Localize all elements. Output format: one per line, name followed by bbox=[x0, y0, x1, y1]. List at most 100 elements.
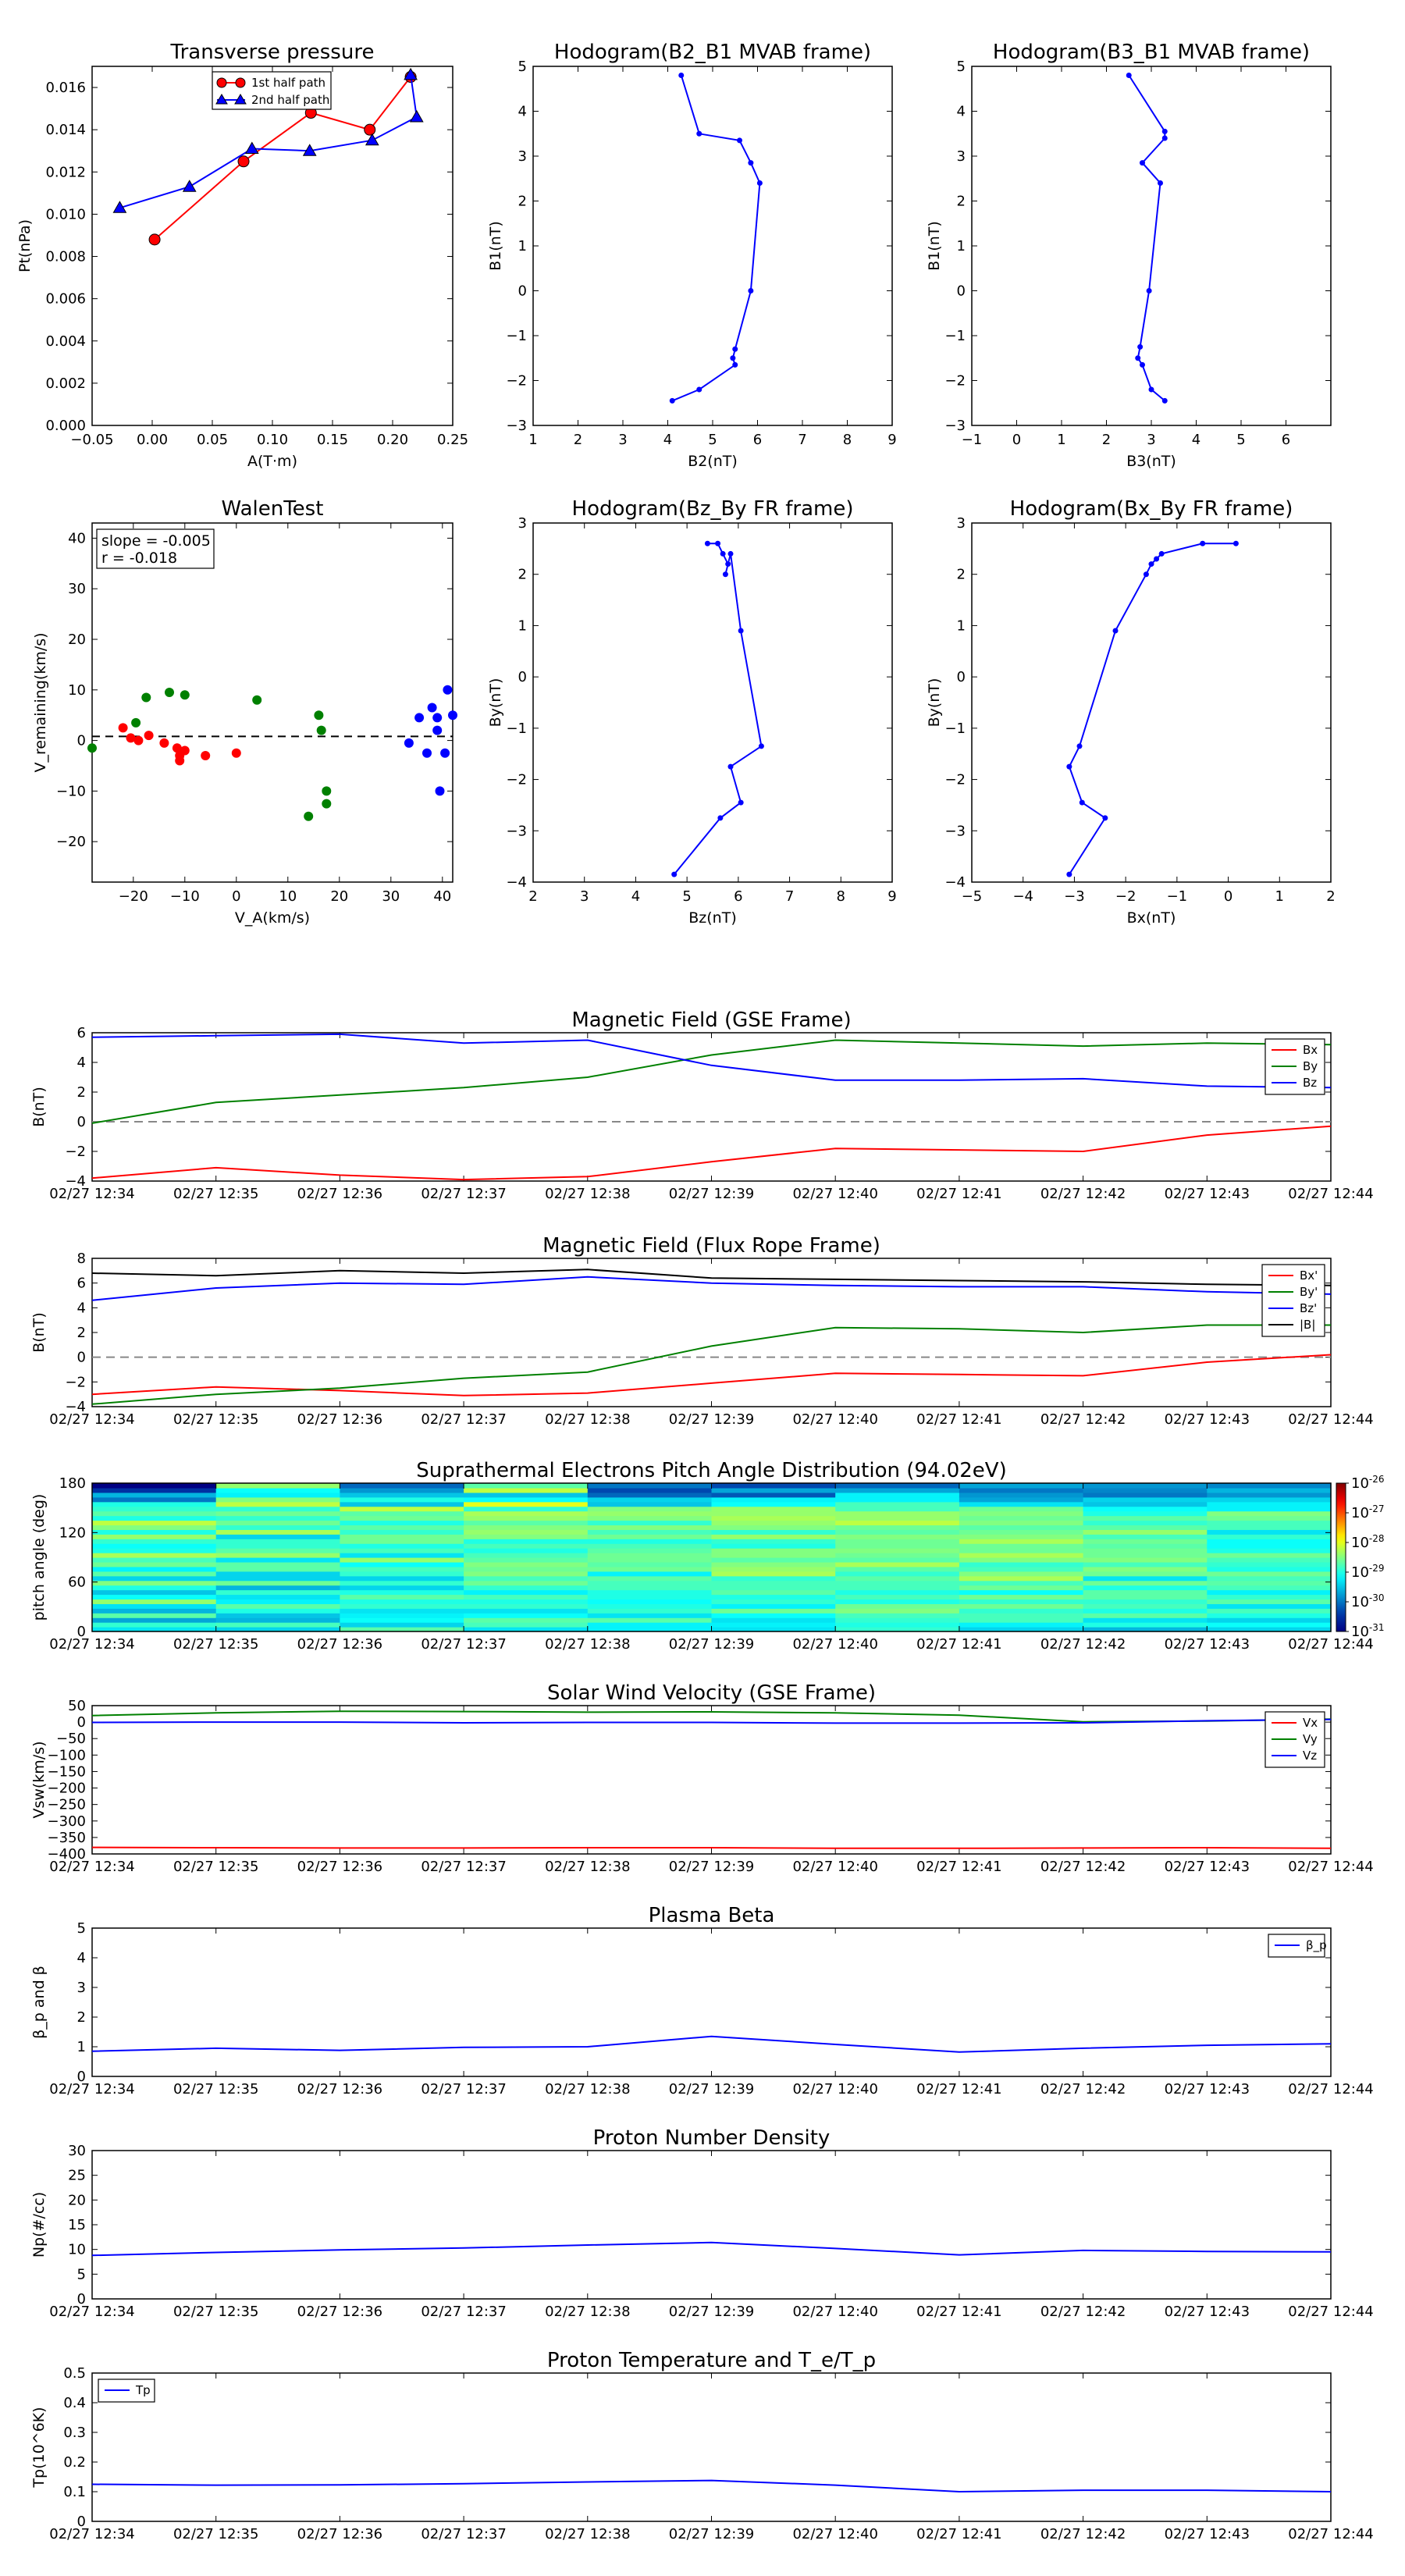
hodo1-ytick-label: 3 bbox=[518, 148, 527, 165]
hodo2-point bbox=[1161, 397, 1168, 404]
pad-cell bbox=[340, 1575, 464, 1582]
hodo4-ytick-label: 1 bbox=[957, 617, 966, 634]
beta-xtick-label: 02/27 12:37 bbox=[421, 2081, 506, 2097]
pad-cell bbox=[959, 1571, 1084, 1577]
pad-cell bbox=[92, 1599, 217, 1604]
hodo4-xtick-label: −2 bbox=[1115, 888, 1136, 905]
pad-cell bbox=[464, 1543, 589, 1549]
pad-cell bbox=[215, 1585, 340, 1591]
walen-point bbox=[440, 748, 450, 758]
pad-cell bbox=[340, 1510, 464, 1517]
hodo1-xtick-label: 4 bbox=[663, 432, 672, 448]
beta-ylabel: β_p and β bbox=[30, 1966, 48, 2039]
pad-cell bbox=[959, 1553, 1084, 1558]
beta-xtick-label: 02/27 12:34 bbox=[49, 2081, 134, 2097]
bfr-ytick-label: 4 bbox=[77, 1300, 86, 1316]
bfr-xtick-label: 02/27 12:35 bbox=[173, 1411, 258, 1428]
pad-cell bbox=[1207, 1622, 1332, 1628]
pad-cell bbox=[587, 1510, 713, 1517]
pad-cell bbox=[835, 1617, 960, 1623]
walen-point bbox=[201, 751, 211, 761]
tp-series-line bbox=[91, 2479, 1332, 2493]
hodo1-point bbox=[696, 386, 702, 393]
pad-cell bbox=[464, 1525, 589, 1530]
hodo1-ytick-label: 0 bbox=[518, 283, 527, 300]
bfr-xtick-label: 02/27 12:37 bbox=[421, 1411, 506, 1428]
hodo2-xtick-label: 0 bbox=[1012, 432, 1021, 448]
hodo3-xtick-label: 7 bbox=[785, 888, 794, 905]
pad-cell bbox=[340, 1561, 464, 1567]
pad-cell bbox=[464, 1510, 589, 1517]
pad-cell bbox=[587, 1575, 713, 1582]
pad-cell bbox=[464, 1566, 589, 1572]
hodo3-xtick-label: 9 bbox=[887, 888, 896, 905]
pad-colorbar-label: 10-31 bbox=[1351, 1622, 1385, 1640]
bgse-ytick-label: 2 bbox=[77, 1084, 86, 1101]
pad-cell bbox=[215, 1487, 340, 1493]
hodo1-point bbox=[732, 361, 738, 368]
pad-cell bbox=[464, 1496, 589, 1503]
pt-ylabel: Pt(nPa) bbox=[16, 219, 34, 272]
np-xtick-label: 02/27 12:43 bbox=[1165, 2304, 1250, 2320]
pad-cell bbox=[587, 1557, 713, 1563]
pad-xtick-label: 02/27 12:41 bbox=[916, 1636, 1001, 1653]
hodo1-ytick-label: −3 bbox=[506, 418, 527, 434]
pad-cell bbox=[1083, 1543, 1208, 1549]
pad-cell bbox=[1207, 1589, 1332, 1596]
hodo1-xtick-label: 1 bbox=[528, 432, 537, 448]
pad-cell bbox=[340, 1525, 464, 1530]
beta-ytick-label: 1 bbox=[77, 2039, 86, 2055]
pad-cell bbox=[1207, 1571, 1332, 1577]
hodo3-xtick-label: 8 bbox=[837, 888, 845, 905]
pad-cell bbox=[1207, 1492, 1332, 1498]
bgse-xtick-label: 02/27 12:34 bbox=[49, 1186, 134, 1202]
hodo2-point bbox=[1146, 288, 1152, 294]
pad-cell bbox=[1207, 1496, 1332, 1503]
pad-cell bbox=[1083, 1515, 1208, 1521]
bgse-xtick-label: 02/27 12:43 bbox=[1165, 1186, 1250, 1202]
pad-cell bbox=[711, 1589, 836, 1596]
beta-ytick-label: 4 bbox=[77, 1950, 86, 1966]
vsw-ytick-label: −200 bbox=[48, 1781, 86, 1797]
pad-cell bbox=[340, 1487, 464, 1493]
pad-cell bbox=[92, 1557, 217, 1563]
pad-cell bbox=[340, 1492, 464, 1498]
beta-xtick-label: 02/27 12:36 bbox=[297, 2081, 382, 2097]
hodo4-xtick-label: −5 bbox=[962, 888, 983, 905]
walen-ytick-label: 20 bbox=[68, 632, 86, 648]
pad-cell bbox=[92, 1515, 217, 1521]
pad-cell bbox=[464, 1539, 589, 1544]
walen-xtick-label: 40 bbox=[433, 888, 451, 905]
hodo4-ytick-label: 0 bbox=[957, 669, 966, 685]
pad-cell bbox=[835, 1496, 960, 1503]
pad-cell bbox=[711, 1608, 836, 1614]
pad-cell bbox=[1207, 1585, 1332, 1591]
pad-cell bbox=[587, 1487, 713, 1493]
pad-cell bbox=[1083, 1539, 1208, 1544]
hodo2-ytick-label: 3 bbox=[957, 148, 966, 165]
walen-point bbox=[314, 710, 324, 720]
hodo4-ytick-label: −2 bbox=[944, 772, 966, 788]
pad-cell bbox=[835, 1515, 960, 1521]
pad-cell bbox=[835, 1613, 960, 1618]
vsw-ytick-label: −50 bbox=[56, 1731, 86, 1747]
hodo3-point bbox=[720, 550, 726, 557]
hodo1-point bbox=[730, 355, 736, 361]
bfr-ytick-label: −2 bbox=[65, 1374, 86, 1390]
pt-ytick-label: 0.016 bbox=[45, 80, 86, 96]
bfr-title: Magnetic Field (Flux Rope Frame) bbox=[542, 1234, 880, 1258]
pad-cell bbox=[835, 1603, 960, 1609]
pad-cell bbox=[464, 1580, 589, 1586]
pad-cell bbox=[711, 1575, 836, 1582]
pad-cell bbox=[464, 1520, 589, 1526]
pad-cell bbox=[711, 1585, 836, 1591]
bfr-xtick-label: 02/27 12:44 bbox=[1288, 1411, 1373, 1428]
walen-point bbox=[133, 735, 144, 745]
pt-point bbox=[244, 141, 259, 155]
pad-cell bbox=[587, 1608, 713, 1614]
bfr-legend-label: Bx' bbox=[1300, 1268, 1318, 1283]
pad-cell bbox=[464, 1534, 589, 1539]
walen-point bbox=[432, 713, 443, 723]
pad-cell bbox=[959, 1492, 1084, 1498]
pad-cell bbox=[1083, 1566, 1208, 1572]
